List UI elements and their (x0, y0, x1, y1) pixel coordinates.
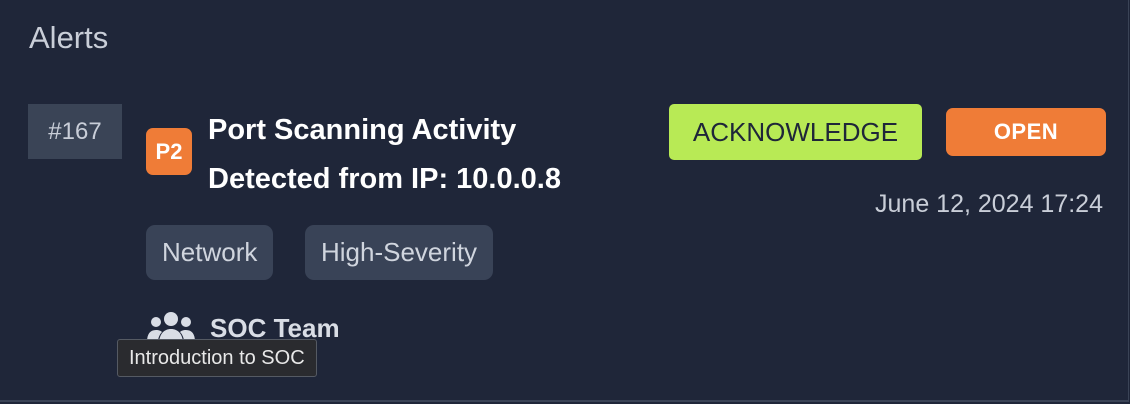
tooltip: Introduction to SOC (117, 339, 317, 377)
alert-title-line-1: Port Scanning Activity (208, 114, 517, 146)
alert-id-badge: #167 (28, 104, 122, 159)
tag-network[interactable]: Network (146, 225, 274, 280)
alert-title[interactable]: Port Scanning Activity Detected from IP:… (208, 106, 648, 204)
tag-high-severity[interactable]: High-Severity (305, 225, 494, 280)
status-open-button[interactable]: OPEN (946, 108, 1106, 156)
panel-title: Alerts (29, 20, 109, 55)
alerts-panel: Alerts #167 P2 Port Scanning Activity De… (0, 0, 1129, 402)
alert-timestamp: June 12, 2024 17:24 (875, 190, 1103, 218)
alert-title-line-2: Detected from IP: 10.0.0.8 (208, 163, 561, 195)
priority-badge: P2 (146, 128, 192, 175)
acknowledge-button[interactable]: ACKNOWLEDGE (669, 104, 922, 160)
